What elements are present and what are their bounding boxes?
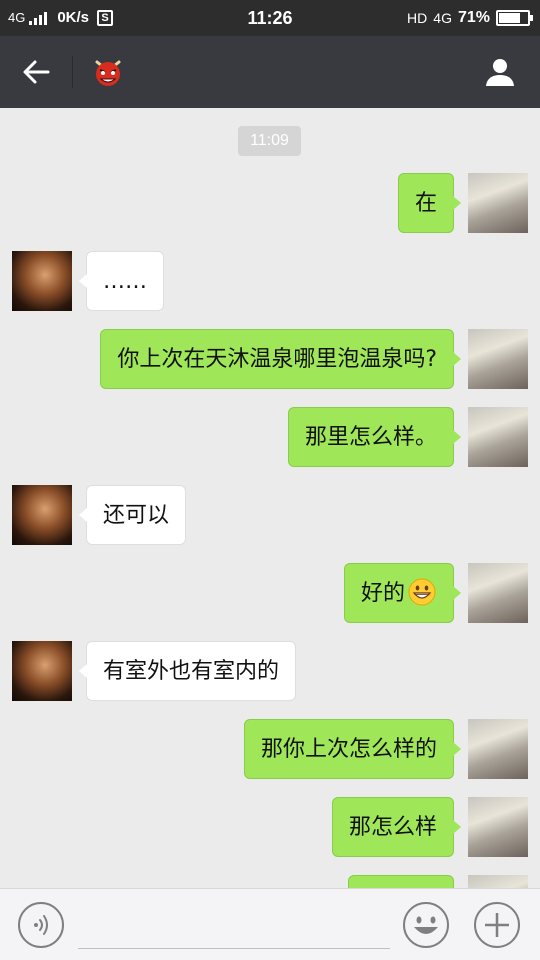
message-text: 在 bbox=[414, 191, 437, 216]
battery-icon bbox=[496, 10, 533, 26]
message-bubble-received[interactable]: 有室外也有室内的 bbox=[78, 641, 297, 701]
message-text: 还可以 bbox=[103, 503, 170, 528]
battery-percent: 71% bbox=[457, 9, 490, 26]
message-input[interactable] bbox=[78, 903, 390, 949]
message-text: 那里怎么样。 bbox=[304, 425, 437, 450]
contact-avatar-thumb[interactable] bbox=[12, 641, 72, 701]
contact-avatar[interactable] bbox=[92, 56, 124, 88]
timestamp: 11:09 bbox=[238, 126, 301, 156]
voice-button[interactable] bbox=[17, 901, 65, 949]
message-bubble-sent[interactable]: 你上次在天沐温泉哪里泡温泉吗? bbox=[100, 329, 461, 389]
hd-indicator: HD bbox=[407, 10, 428, 26]
message-bubble-sent[interactable]: 那里怎么样。 bbox=[287, 407, 462, 467]
smiley-icon bbox=[403, 902, 449, 948]
message-text: 那怎么样 bbox=[348, 815, 437, 840]
my-avatar[interactable] bbox=[468, 563, 528, 623]
person-icon bbox=[486, 59, 514, 86]
plus-icon bbox=[474, 902, 520, 948]
my-avatar[interactable] bbox=[468, 329, 528, 389]
message-bubble-received[interactable]: 还可以 bbox=[78, 485, 187, 545]
my-avatar[interactable] bbox=[468, 797, 528, 857]
my-avatar[interactable] bbox=[468, 875, 528, 888]
contact-avatar-thumb[interactable] bbox=[12, 251, 72, 311]
arrow-left-icon bbox=[23, 60, 50, 84]
my-avatar[interactable] bbox=[468, 173, 528, 233]
message-bubble-sent[interactable]: 在 bbox=[397, 173, 462, 233]
red-demon-mask-icon bbox=[95, 60, 121, 86]
profile-button[interactable] bbox=[482, 54, 518, 90]
input-bar bbox=[0, 888, 540, 960]
message-bubble-sent[interactable] bbox=[348, 875, 454, 888]
message-text: 好的 bbox=[360, 581, 405, 606]
message-bubble-sent[interactable]: 那怎么样 bbox=[331, 797, 462, 857]
message-text: 有室外也有室内的 bbox=[103, 659, 280, 684]
message-text: 你上次在天沐温泉哪里泡温泉吗? bbox=[117, 347, 437, 372]
voice-icon bbox=[18, 902, 64, 948]
message-text: 那你上次怎么样的 bbox=[260, 737, 437, 762]
status-bar: 4G 0K/s S 11:26 HD 4G 71% bbox=[0, 0, 540, 36]
status-right: HD 4G 71% bbox=[407, 9, 533, 27]
chat-area[interactable]: 11:09 在 …… 你上次在天沐温泉哪里泡温泉吗? 那里怎么样。 还可以 好的… bbox=[0, 108, 540, 888]
message-bubble-sent[interactable]: 那你上次怎么样的 bbox=[243, 719, 462, 779]
network-type-right: 4G bbox=[433, 10, 452, 26]
contact-avatar-thumb[interactable] bbox=[12, 485, 72, 545]
chat-header bbox=[0, 36, 540, 108]
more-button[interactable] bbox=[473, 901, 521, 949]
message-bubble-received[interactable]: …… bbox=[79, 251, 164, 311]
my-avatar[interactable] bbox=[468, 719, 528, 779]
grinning-face-icon bbox=[408, 578, 436, 606]
header-divider bbox=[72, 56, 73, 88]
battery-fill bbox=[499, 13, 521, 23]
emoji-button[interactable] bbox=[402, 901, 450, 949]
message-text: …… bbox=[103, 269, 147, 294]
my-avatar[interactable] bbox=[468, 407, 528, 467]
message-bubble-sent[interactable]: 好的 bbox=[343, 563, 462, 623]
back-button[interactable] bbox=[18, 54, 54, 90]
